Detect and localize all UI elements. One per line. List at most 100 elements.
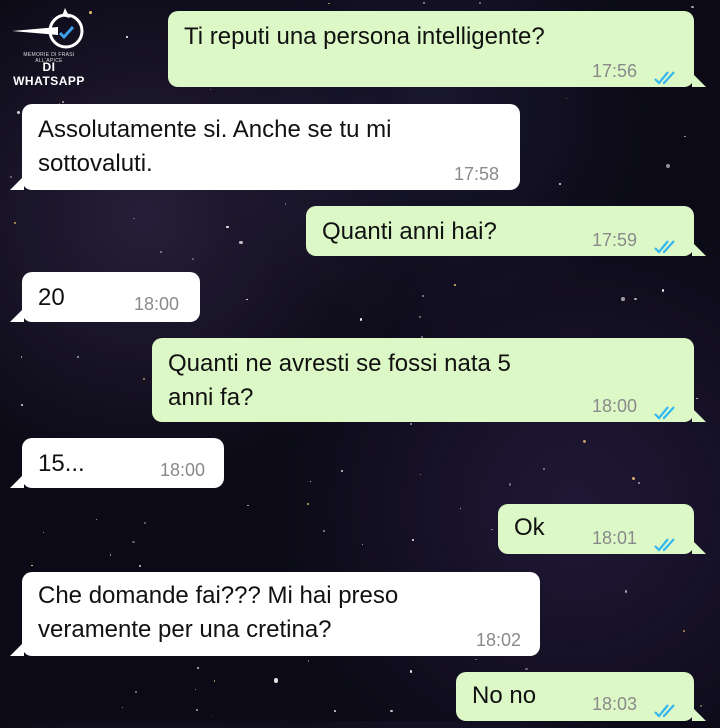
star-dot bbox=[409, 670, 412, 673]
star-dot bbox=[662, 289, 665, 292]
star-dot bbox=[195, 708, 198, 711]
star-dot bbox=[21, 404, 23, 406]
message-time: 17:56 bbox=[592, 61, 638, 81]
star-dot bbox=[144, 522, 147, 525]
message-text: Ti reputi una persona intelligente? bbox=[184, 23, 545, 50]
message-text-line2: veramente per una cretina? bbox=[38, 616, 332, 643]
message-text-line1: Che domande fai??? Mi hai preso bbox=[38, 582, 399, 609]
star-dot bbox=[121, 706, 124, 709]
star-dot bbox=[419, 473, 422, 476]
star-dot bbox=[13, 222, 17, 225]
message-outgoing[interactable]: No no 18:03 bbox=[456, 672, 706, 721]
star-dot bbox=[109, 554, 112, 556]
star-dot bbox=[191, 257, 194, 260]
star-dot bbox=[323, 529, 326, 532]
message-time: 17:59 bbox=[592, 230, 638, 250]
star-dot bbox=[143, 378, 145, 380]
star-dot bbox=[632, 477, 636, 481]
star-dot bbox=[566, 97, 568, 100]
message-text: Quanti anni hai? bbox=[322, 218, 497, 245]
star-dot bbox=[666, 164, 671, 169]
message-text-line2: anni fa? bbox=[168, 384, 254, 411]
star-dot bbox=[247, 504, 249, 506]
star-dot bbox=[637, 481, 640, 484]
star-dot bbox=[453, 284, 456, 287]
star-dot bbox=[361, 543, 364, 546]
message-incoming[interactable]: 20 18:00 bbox=[10, 272, 200, 322]
star-dot bbox=[159, 251, 163, 254]
double-check-read-icon bbox=[654, 63, 680, 95]
message-text: Ok bbox=[514, 514, 545, 541]
star-dot bbox=[491, 528, 493, 531]
star-dot bbox=[423, 2, 425, 4]
star-dot bbox=[419, 316, 421, 318]
star-dot bbox=[559, 183, 561, 185]
star-dot bbox=[62, 101, 64, 104]
star-dot bbox=[328, 2, 331, 5]
star-dot bbox=[138, 565, 141, 568]
star-dot bbox=[390, 709, 393, 713]
star-dot bbox=[508, 483, 512, 486]
message-text: 20 bbox=[38, 284, 65, 311]
star-dot bbox=[459, 508, 461, 510]
message-time: 18:01 bbox=[592, 528, 638, 548]
whatsapp-logo: MEMORIE DI FRASI ALL'APICE DI WHATSAPP bbox=[10, 4, 88, 88]
star-dot bbox=[691, 5, 694, 8]
star-dot bbox=[95, 519, 98, 521]
star-dot bbox=[20, 356, 23, 358]
star-dot bbox=[76, 355, 79, 359]
star-dot bbox=[17, 110, 21, 114]
star-dot bbox=[210, 715, 213, 718]
star-dot bbox=[543, 468, 545, 470]
star-dot bbox=[309, 480, 312, 483]
star-dot bbox=[475, 658, 477, 661]
message-text-line1: Quanti ne avresti se fossi nata 5 bbox=[168, 350, 511, 377]
message-outgoing[interactable]: Quanti anni hai? 17:59 bbox=[306, 206, 706, 256]
star-dot bbox=[634, 298, 637, 301]
star-dot bbox=[246, 299, 248, 301]
star-dot bbox=[133, 217, 135, 220]
star-dot bbox=[410, 423, 413, 426]
message-time: 18:02 bbox=[476, 630, 522, 650]
message-text-line1: Assolutamente si. Anche se tu mi bbox=[38, 116, 392, 143]
star-dot bbox=[684, 135, 686, 138]
star-dot bbox=[621, 296, 625, 301]
star-dot bbox=[194, 688, 196, 691]
star-dot bbox=[683, 630, 685, 632]
star-dot bbox=[30, 564, 33, 567]
message-text: 15... bbox=[38, 450, 85, 477]
message-incoming[interactable]: Che domande fai??? Mi hai preso verament… bbox=[10, 572, 540, 656]
star-dot bbox=[624, 590, 628, 593]
message-outgoing[interactable]: Quanti ne avresti se fossi nata 5 anni f… bbox=[152, 338, 706, 422]
star-dot bbox=[238, 240, 243, 245]
star-dot bbox=[422, 294, 425, 297]
star-dot bbox=[307, 502, 310, 505]
star-dot bbox=[412, 539, 415, 542]
star-dot bbox=[696, 397, 698, 399]
message-time: 18:00 bbox=[134, 294, 180, 314]
message-time: 18:03 bbox=[592, 694, 638, 714]
message-incoming[interactable]: Assolutamente si. Anche se tu mi sottova… bbox=[10, 104, 520, 190]
message-outgoing[interactable]: Ok 18:01 bbox=[498, 504, 706, 554]
star-dot bbox=[89, 10, 92, 14]
message-time: 18:00 bbox=[592, 396, 638, 416]
star-dot bbox=[43, 531, 45, 533]
double-check-read-icon bbox=[654, 398, 680, 430]
message-incoming[interactable]: 15... 18:00 bbox=[10, 438, 224, 488]
double-check-read-icon bbox=[654, 232, 680, 264]
speech-bubble-logo-icon bbox=[12, 8, 84, 49]
star-dot bbox=[341, 470, 343, 472]
star-dot bbox=[334, 710, 336, 712]
star-dot bbox=[197, 667, 200, 670]
star-dot bbox=[359, 318, 362, 321]
message-outgoing[interactable]: Ti reputi una persona intelligente? 17:5… bbox=[168, 11, 706, 87]
star-dot bbox=[226, 225, 229, 229]
message-time: 18:00 bbox=[160, 460, 206, 480]
double-check-read-icon bbox=[654, 696, 680, 728]
logo-text: DI WHATSAPP bbox=[13, 60, 85, 88]
star-dot bbox=[132, 540, 135, 544]
star-dot bbox=[479, 2, 482, 5]
star-dot bbox=[134, 690, 137, 693]
message-time: 17:58 bbox=[454, 164, 500, 184]
star-dot bbox=[583, 440, 586, 443]
